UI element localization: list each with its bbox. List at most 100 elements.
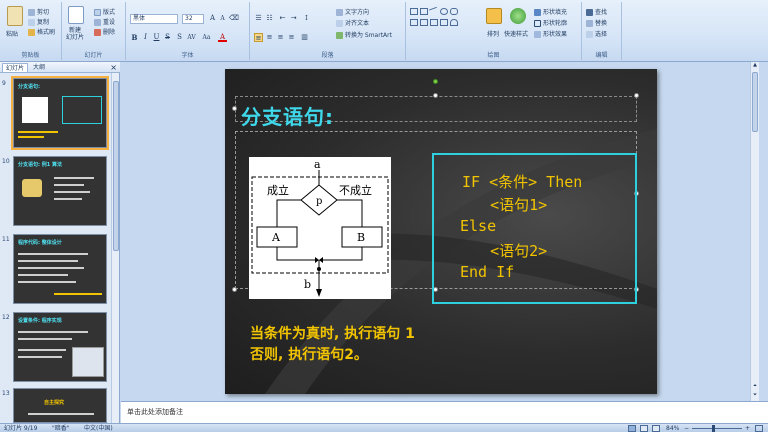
normal-view-icon[interactable] <box>628 425 636 432</box>
zoom-level[interactable]: 84% <box>666 424 679 432</box>
shape-arrow[interactable] <box>420 19 428 26</box>
columns-button[interactable]: ▥ <box>300 33 309 42</box>
arrange-button[interactable]: 排列 <box>487 29 499 38</box>
zoom-slider-thumb[interactable] <box>712 425 715 432</box>
align-left-button[interactable]: ≡ <box>254 33 263 42</box>
scroll-up-icon[interactable]: ▲ <box>751 62 759 70</box>
thumbnail-slide-12[interactable]: 设置条件: 程序实现 <box>13 312 107 382</box>
align-text-button[interactable]: 对齐文本 <box>336 18 369 27</box>
slide-title[interactable]: 分支语句: <box>241 101 334 130</box>
font-color-button[interactable]: A <box>218 33 227 42</box>
bullets-button[interactable]: ☰ <box>254 14 263 23</box>
increase-indent-button[interactable]: ⇥ <box>289 14 298 23</box>
shape-outline-button[interactable]: 形状轮廓 <box>534 18 567 27</box>
selection-handle[interactable] <box>232 287 237 292</box>
thumbnail-slide-9[interactable]: 分支语句: <box>11 76 109 150</box>
prev-slide-icon[interactable]: ⏶ <box>751 383 759 391</box>
thumbnail-slide-10[interactable]: 分支语句: 例1 算法 <box>13 156 107 226</box>
font-size-combo[interactable]: 32 <box>182 14 204 24</box>
italic-button[interactable]: I <box>141 33 150 42</box>
shape-rounded[interactable] <box>450 8 458 15</box>
flowchart-diagram[interactable]: a p 成立 不成立 A B b <box>249 157 391 299</box>
code-textbox[interactable]: IF <条件> Then <语句1> Else <语句2> End If <box>432 153 637 304</box>
font-name-combo[interactable]: 黑体 <box>130 14 178 24</box>
change-case-button[interactable]: Aa <box>202 33 211 42</box>
bold-button[interactable]: B <box>130 33 139 42</box>
shape-oval[interactable] <box>440 8 448 15</box>
smartart-button[interactable]: 转换为 SmartArt <box>336 30 392 39</box>
rotate-handle[interactable] <box>433 79 438 84</box>
paragraph-group-label: 段落 <box>321 52 334 59</box>
quick-styles-button[interactable]: 快速样式 <box>504 29 528 38</box>
cut-button[interactable]: 剪切 <box>28 7 49 16</box>
slide-caption[interactable]: 当条件为真时, 执行语句 1 否则, 执行语句2。 <box>250 324 415 366</box>
underline-button[interactable]: U <box>152 33 161 42</box>
tab-outline[interactable]: 大纲 <box>30 63 48 72</box>
paste-button[interactable]: 粘贴 <box>6 29 18 38</box>
fit-window-icon[interactable] <box>755 425 763 432</box>
new-slide-icon[interactable] <box>68 6 84 24</box>
zoom-slider[interactable] <box>692 428 742 429</box>
thumbnail-scrollbar[interactable] <box>111 73 119 423</box>
paste-icon[interactable] <box>7 6 23 26</box>
find-button[interactable]: 查找 <box>586 7 607 16</box>
effects-icon <box>534 31 541 38</box>
thumb-title: 程序代码: 整体设计 <box>18 240 62 246</box>
align-center-button[interactable]: ≡ <box>265 33 274 42</box>
justify-button[interactable]: ≡ <box>287 33 296 42</box>
notes-placeholder[interactable]: 单击此处添加备注 <box>127 407 183 417</box>
theme-name: "暗香" <box>52 425 70 432</box>
quick-styles-icon[interactable] <box>510 8 526 24</box>
next-slide-icon[interactable]: ⏷ <box>751 392 759 400</box>
numbering-button[interactable]: ☷ <box>265 14 274 23</box>
slide-vertical-scrollbar[interactable]: ▲ ⏶ ⏷ <box>750 62 759 401</box>
shape-rect[interactable] <box>420 8 428 15</box>
shape-triangle[interactable] <box>410 19 418 26</box>
decrease-indent-button[interactable]: ⇤ <box>278 14 287 23</box>
shape-effects-button[interactable]: 形状效果 <box>534 29 567 38</box>
replace-button[interactable]: 替换 <box>586 18 607 27</box>
reset-button[interactable]: 重设 <box>94 17 115 26</box>
shape-fill-button[interactable]: 形状填充 <box>534 7 567 16</box>
copy-button[interactable]: 复制 <box>28 17 49 26</box>
clear-format-button[interactable]: ⌫ <box>229 14 239 23</box>
shape-star[interactable] <box>440 19 448 26</box>
sorter-view-icon[interactable] <box>640 425 648 432</box>
clipboard-group-label: 剪贴板 <box>21 52 40 59</box>
delete-slide-button[interactable]: 删除 <box>94 27 115 36</box>
select-button[interactable]: 选择 <box>586 29 607 38</box>
slideshow-view-icon[interactable] <box>652 425 660 432</box>
new-slide-button[interactable]: 新建 幻灯片 <box>66 27 84 41</box>
notes-pane[interactable]: 单击此处添加备注 <box>121 401 768 423</box>
text-direction-button[interactable]: 文字方向 <box>336 7 369 16</box>
close-icon[interactable]: × <box>110 62 117 73</box>
shrink-font-button[interactable]: A <box>218 14 227 23</box>
shadow-button[interactable]: S <box>175 33 184 42</box>
thumb-text-line <box>18 274 68 276</box>
thumbnail-slide-11[interactable]: 程序代码: 整体设计 <box>13 234 107 304</box>
arrange-icon[interactable] <box>486 8 502 24</box>
shape-brace[interactable] <box>430 19 438 26</box>
language-indicator[interactable]: 中文(中国) <box>84 424 113 432</box>
thumbnail-slide-13[interactable]: 自主探究 <box>13 388 107 423</box>
slide-canvas[interactable]: 分支语句: a p 成立 不成立 A B b IF <条件> Then <语句1… <box>225 69 657 394</box>
title-handle[interactable] <box>232 106 237 111</box>
scrollbar-thumb[interactable] <box>113 81 119 251</box>
char-spacing-button[interactable]: AV <box>187 33 196 42</box>
align-right-button[interactable]: ≡ <box>276 33 285 42</box>
strike-button[interactable]: S <box>163 33 172 42</box>
reset-icon <box>94 19 101 26</box>
shape-textbox[interactable] <box>410 8 418 15</box>
scrollbar-thumb[interactable] <box>752 72 758 132</box>
grow-font-button[interactable]: A <box>208 14 217 23</box>
layout-button[interactable]: 版式 <box>94 7 115 16</box>
zoom-in-icon[interactable]: + <box>745 424 750 432</box>
title-handle[interactable] <box>433 93 438 98</box>
tab-slides[interactable]: 幻灯片 <box>2 63 29 72</box>
format-painter-button[interactable]: 格式刷 <box>28 27 55 36</box>
shape-line[interactable] <box>429 6 439 17</box>
title-handle[interactable] <box>634 93 639 98</box>
zoom-out-icon[interactable]: − <box>684 424 689 432</box>
line-spacing-button[interactable]: ↕ <box>302 14 311 23</box>
shape-curve[interactable] <box>450 19 458 26</box>
